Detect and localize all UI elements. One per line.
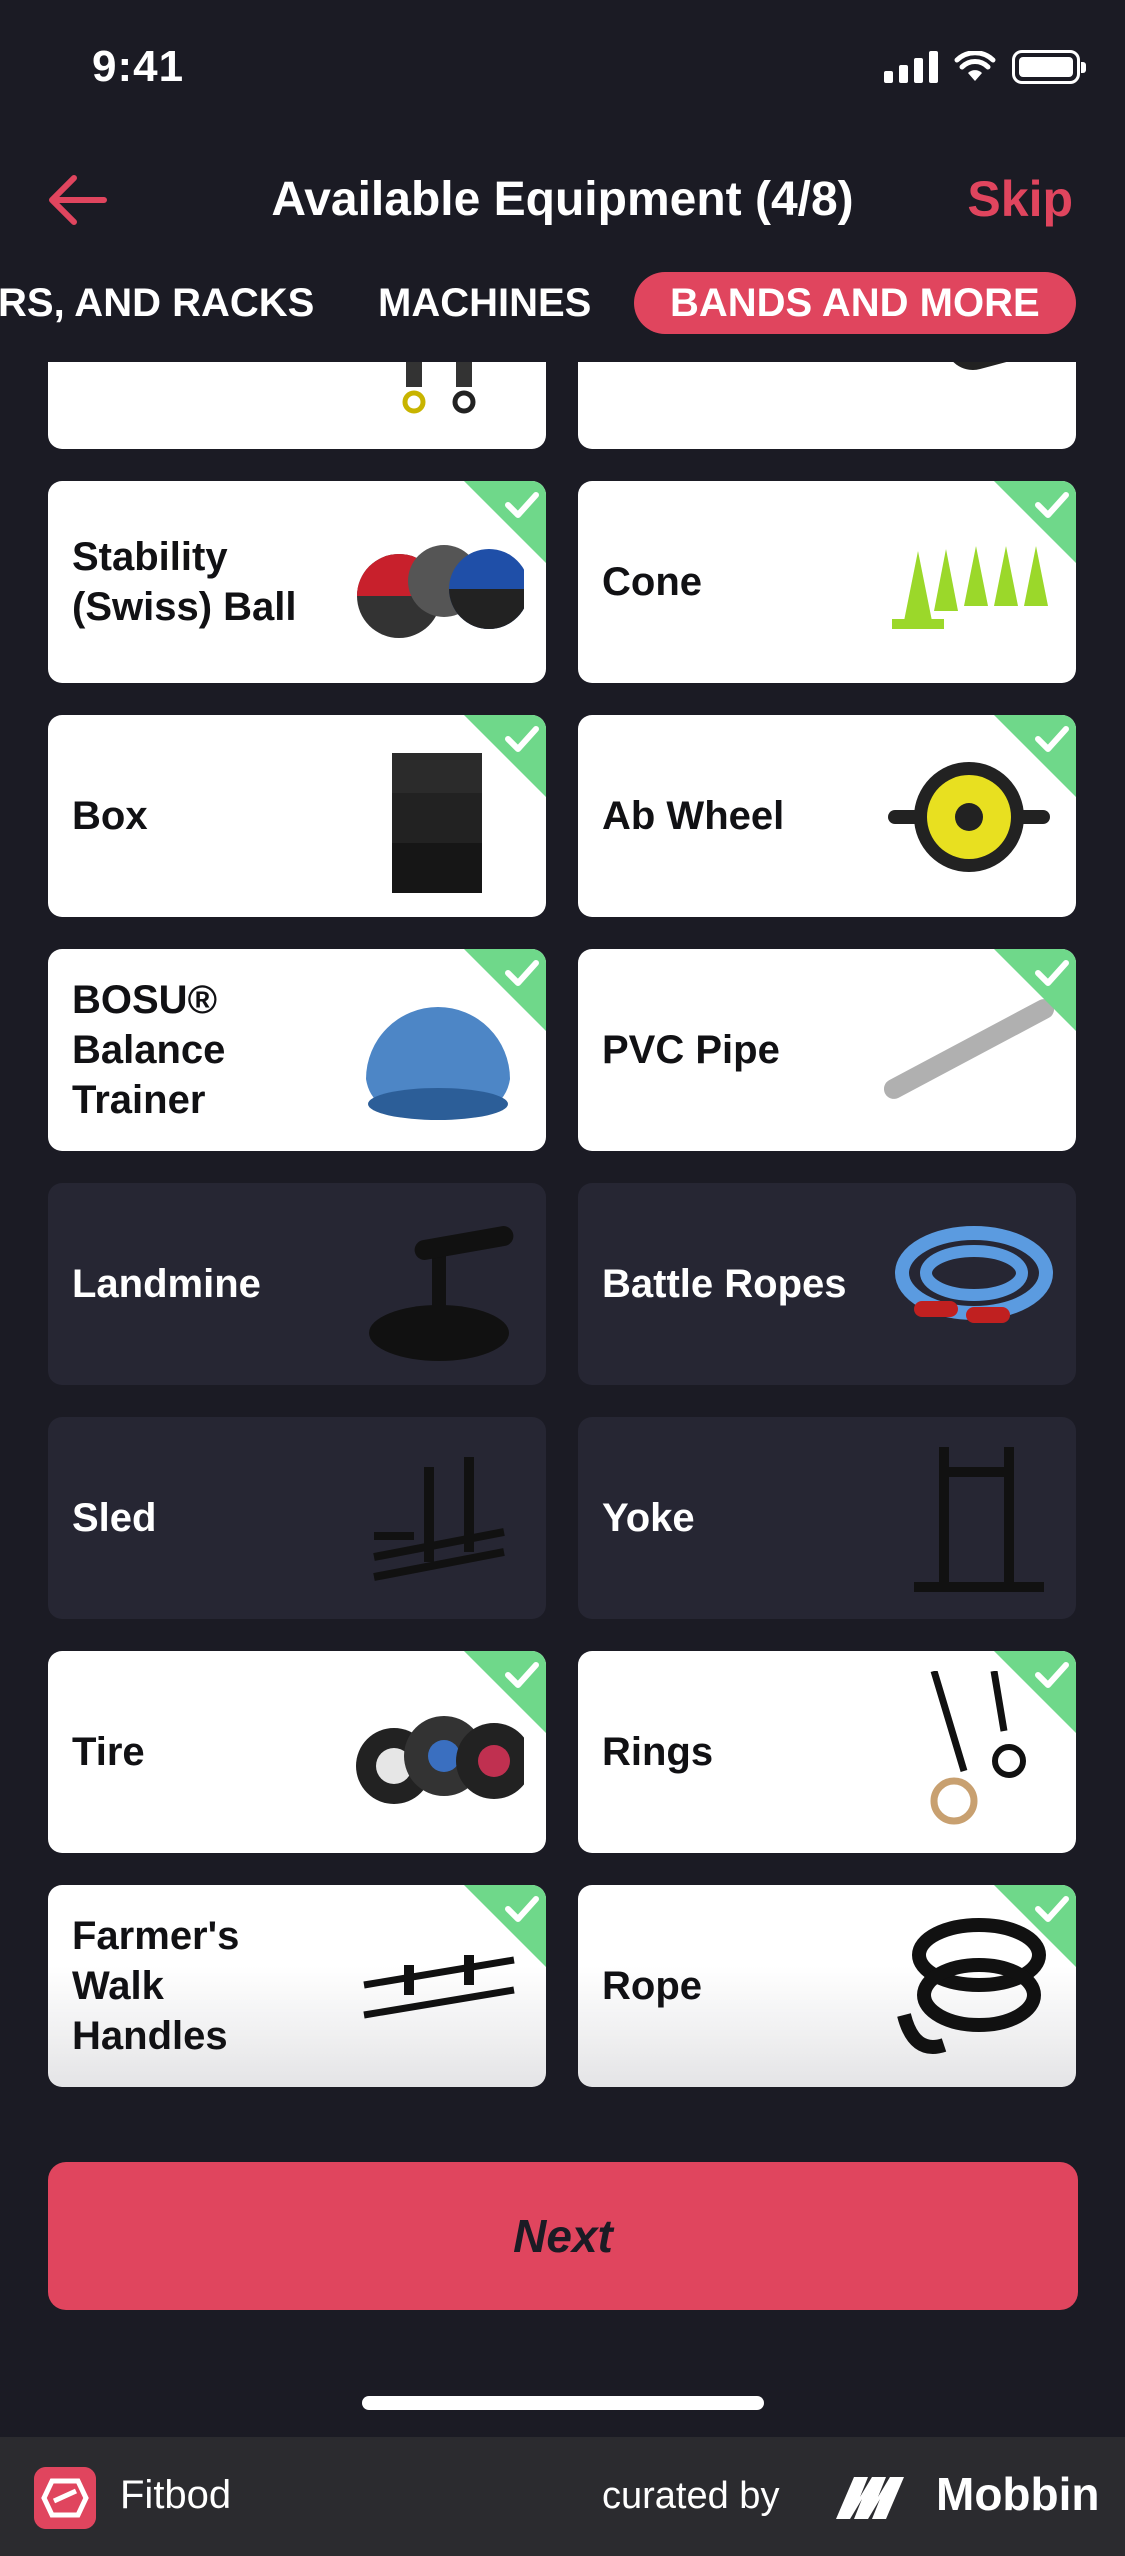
- equipment-label: Ab Wheel: [602, 794, 785, 838]
- equipment-label: Foam Roller: [602, 362, 833, 373]
- equipment-card[interactable]: Cone: [578, 481, 1076, 683]
- equipment-label: Landmine: [72, 1262, 261, 1306]
- equipment-card[interactable]: Landmine: [48, 1183, 546, 1385]
- tab-bands-and-more[interactable]: BANDS AND MORE: [634, 272, 1076, 334]
- equipment-grid: TRX Foam Roller Stability (Swiss) Ball Cone…: [48, 362, 1078, 2087]
- checkmark-icon: [994, 481, 1076, 563]
- equipment-label: BOSU® Balance Trainer: [72, 978, 226, 1122]
- equipment-label: Yoke: [602, 1496, 695, 1540]
- checkmark-icon: [464, 715, 546, 797]
- status-icons: [884, 50, 1086, 84]
- equipment-label: TRX: [72, 362, 152, 373]
- next-button[interactable]: Next: [48, 2162, 1078, 2310]
- home-indicator: [362, 2396, 764, 2410]
- landmine-icon: [369, 1226, 514, 1361]
- equipment-card[interactable]: Rope: [578, 1885, 1076, 2087]
- equipment-card[interactable]: Tire: [48, 1651, 546, 1853]
- skip-button[interactable]: Skip: [967, 170, 1073, 228]
- mobbin-brand: Mobbin: [936, 2468, 1100, 2520]
- equipment-label: Stability (Swiss) Ball: [72, 535, 297, 629]
- fitbod-logo-icon: [34, 2467, 96, 2529]
- equipment-card[interactable]: TRX: [48, 362, 546, 449]
- equipment-card[interactable]: Farmer's Walk Handles: [48, 1885, 546, 2087]
- category-tabs: RS, AND RACKS MACHINES BANDS AND MORE: [0, 266, 1125, 336]
- equipment-label: Sled: [72, 1496, 157, 1540]
- checkmark-icon: [994, 949, 1076, 1031]
- equipment-label: Rope: [602, 1964, 702, 2008]
- checkmark-icon: [994, 1651, 1076, 1733]
- equipment-card[interactable]: Rings: [578, 1651, 1076, 1853]
- battle-ropes-icon: [895, 1226, 1053, 1323]
- checkmark-icon: [464, 1885, 546, 1967]
- page-title: Available Equipment (4/8): [271, 173, 854, 226]
- equipment-card[interactable]: Foam Roller: [578, 362, 1076, 449]
- cellular-signal-icon: [884, 51, 938, 83]
- yoke-icon: [914, 1447, 1044, 1592]
- foam-roller-icon: [944, 362, 1054, 370]
- footer-bar: Fitbod curated by Mobbin: [0, 2437, 1125, 2556]
- equipment-card[interactable]: PVC Pipe: [578, 949, 1076, 1151]
- checkmark-icon: [994, 715, 1076, 797]
- sled-icon: [373, 1457, 505, 1581]
- status-bar: 9:41: [0, 0, 1125, 140]
- equipment-card[interactable]: Yoke: [578, 1417, 1076, 1619]
- equipment-label: Farmer's Walk Handles: [72, 1914, 240, 2058]
- curated-by-text: curated by: [602, 2475, 780, 2517]
- equipment-label: Box: [72, 794, 148, 838]
- equipment-card[interactable]: Box: [48, 715, 546, 917]
- wifi-icon: [954, 51, 996, 81]
- status-time: 9:41: [92, 42, 185, 91]
- app-name: Fitbod: [120, 2473, 232, 2517]
- equipment-label: PVC Pipe: [602, 1028, 780, 1072]
- checkmark-icon: [464, 481, 546, 563]
- header: Available Equipment (4/8) Skip: [0, 150, 1125, 250]
- trx-icon: [402, 362, 476, 414]
- mobbin-logo-icon: [836, 2477, 904, 2519]
- checkmark-icon: [994, 1885, 1076, 1967]
- tab-machines[interactable]: MACHINES: [378, 272, 591, 334]
- equipment-card[interactable]: Stability (Swiss) Ball: [48, 481, 546, 683]
- equipment-label: Tire: [72, 1730, 145, 1774]
- battery-icon: [1012, 50, 1086, 84]
- equipment-label: Cone: [602, 560, 702, 604]
- equipment-card[interactable]: BOSU® Balance Trainer: [48, 949, 546, 1151]
- equipment-card[interactable]: Ab Wheel: [578, 715, 1076, 917]
- equipment-card[interactable]: Battle Ropes: [578, 1183, 1076, 1385]
- tab-bars-and-racks[interactable]: RS, AND RACKS: [0, 272, 314, 334]
- checkmark-icon: [464, 1651, 546, 1733]
- equipment-list[interactable]: TRX Foam Roller Stability (Swiss) Ball Cone…: [0, 362, 1125, 2122]
- equipment-label: Rings: [602, 1730, 714, 1774]
- checkmark-icon: [464, 949, 546, 1031]
- equipment-label: Battle Ropes: [602, 1262, 847, 1306]
- equipment-card[interactable]: Sled: [48, 1417, 546, 1619]
